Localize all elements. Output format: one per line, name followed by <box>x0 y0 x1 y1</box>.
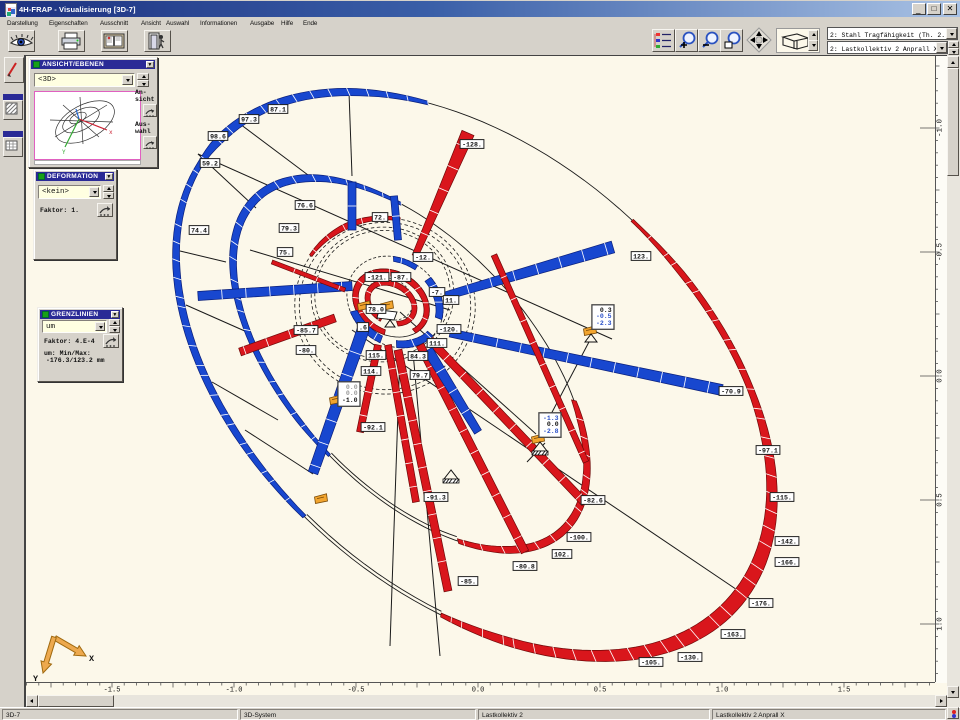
svg-text:75.: 75. <box>279 249 291 256</box>
svg-text:-1.0: -1.0 <box>937 119 945 138</box>
svg-text:-166.: -166. <box>777 559 797 566</box>
svg-text:-100.: -100. <box>569 534 589 541</box>
svg-text:79.7: 79.7 <box>412 372 428 379</box>
svg-text:-80.: -80. <box>298 347 314 354</box>
svg-text:102.: 102. <box>554 551 570 558</box>
svg-text:1.0: 1.0 <box>716 687 729 695</box>
svg-text:-121.: -121. <box>367 274 387 281</box>
svg-text:-97.1: -97.1 <box>758 447 778 454</box>
svg-text:-80.8: -80.8 <box>515 563 535 570</box>
svg-text:-91.3: -91.3 <box>426 494 446 501</box>
svg-text:-105.: -105. <box>641 659 661 666</box>
svg-text:123.: 123. <box>633 253 649 260</box>
svg-text:-2.8: -2.8 <box>543 428 559 435</box>
svg-text:-1.0: -1.0 <box>226 687 243 695</box>
svg-text:72.: 72. <box>374 214 386 221</box>
svg-text:0.0: 0.0 <box>937 369 945 383</box>
svg-text:-92.1: -92.1 <box>363 424 383 431</box>
svg-text:84.3: 84.3 <box>410 353 426 360</box>
svg-text:1.5: 1.5 <box>838 687 851 695</box>
svg-text:-85.7: -85.7 <box>296 327 316 334</box>
svg-text:79.3: 79.3 <box>281 225 297 232</box>
svg-text:-12.: -12. <box>415 254 431 261</box>
svg-text:76.6: 76.6 <box>297 202 313 209</box>
svg-text:-70.9: -70.9 <box>721 388 741 395</box>
svg-text:115.: 115. <box>368 352 384 359</box>
svg-text:-87.: -87. <box>393 274 409 281</box>
svg-text:11.: 11. <box>445 297 457 304</box>
svg-text:114.: 114. <box>363 368 379 375</box>
svg-text:Y: Y <box>62 149 66 156</box>
svg-text:-82.6: -82.6 <box>583 497 603 504</box>
svg-text:-0.5: -0.5 <box>348 687 365 695</box>
svg-text:59.2: 59.2 <box>202 160 218 167</box>
svg-text:0.0: 0.0 <box>472 687 485 695</box>
svg-text:.6: .6 <box>359 324 367 331</box>
svg-text:-163.: -163. <box>723 631 743 638</box>
svg-text:97.3: 97.3 <box>241 116 257 123</box>
svg-text:X: X <box>89 654 95 664</box>
svg-text:111.: 111. <box>429 340 445 347</box>
svg-text:x: x <box>109 129 113 136</box>
svg-text:98.6: 98.6 <box>210 133 226 140</box>
svg-text:87.1: 87.1 <box>270 106 286 113</box>
svg-text:-120.: -120. <box>439 326 459 333</box>
svg-text:-142.: -142. <box>777 538 797 545</box>
svg-text:0.5: 0.5 <box>594 687 607 695</box>
svg-text:0.5: 0.5 <box>937 493 945 507</box>
svg-text:-176.: -176. <box>751 600 771 607</box>
svg-text:-1.5: -1.5 <box>104 687 121 695</box>
svg-text:-0.5: -0.5 <box>937 243 945 262</box>
svg-text:-130.: -130. <box>680 654 700 661</box>
svg-text:-2.3: -2.3 <box>596 320 612 327</box>
svg-text:-1.0: -1.0 <box>342 397 358 404</box>
svg-text:-128.: -128. <box>462 141 482 148</box>
svg-text:-85.: -85. <box>460 578 476 585</box>
svg-text:-7.: -7. <box>431 289 443 296</box>
svg-text:-115.: -115. <box>772 494 792 501</box>
svg-text:78.0: 78.0 <box>368 306 384 313</box>
svg-text:1.0: 1.0 <box>937 617 945 631</box>
svg-text:74.4: 74.4 <box>191 227 207 234</box>
